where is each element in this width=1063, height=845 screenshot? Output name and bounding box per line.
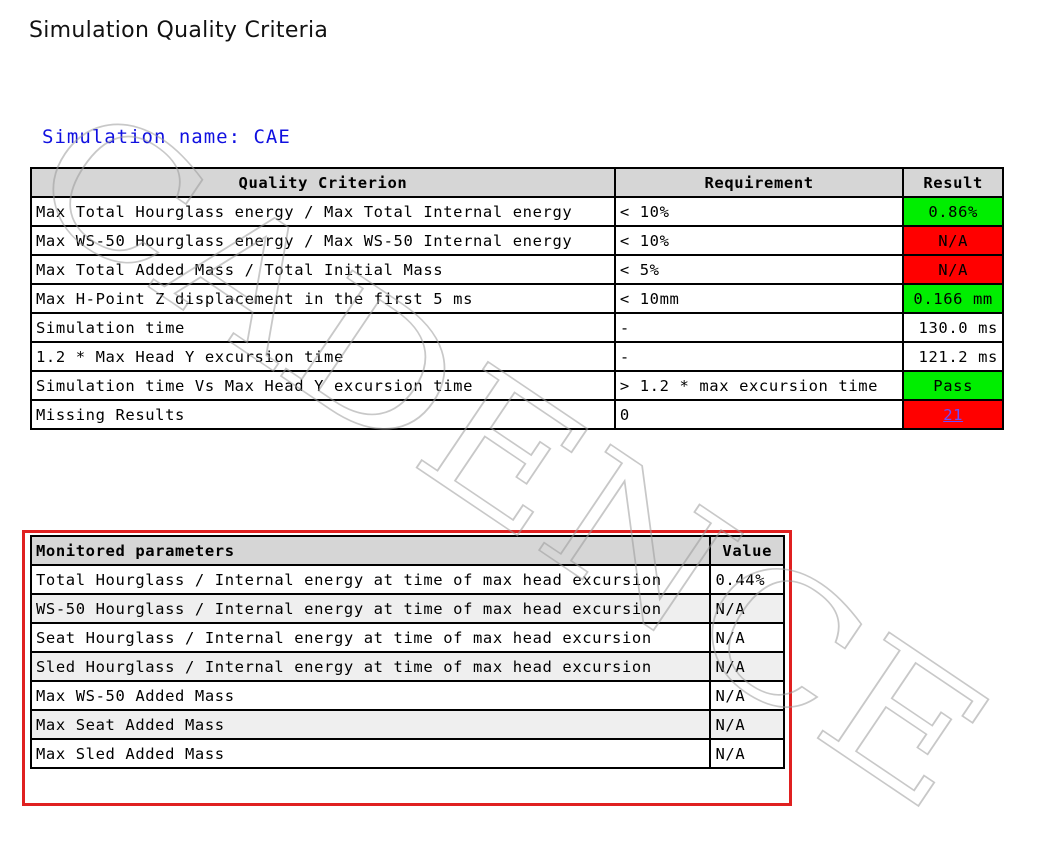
criterion-cell: Max Total Added Mass / Total Initial Mas…	[30, 254, 616, 285]
criterion-cell: Max WS-50 Hourglass energy / Max WS-50 I…	[30, 225, 616, 256]
parameter-cell: Total Hourglass / Internal energy at tim…	[29, 564, 712, 595]
result-cell: N/A	[902, 225, 1004, 256]
missing-results-link[interactable]: 21	[943, 406, 963, 424]
criteria-header-row: Quality Criterion Requirement Result	[30, 167, 1004, 198]
monitored-parameters-table: Monitored parameters Value Total Hourgla…	[29, 535, 785, 769]
value-cell: N/A	[709, 651, 785, 682]
requirement-cell: < 10%	[613, 196, 905, 227]
requirement-cell: -	[613, 341, 905, 372]
table-row: Max Seat Added Mass N/A	[29, 709, 785, 740]
requirement-cell: 0	[613, 399, 905, 430]
criterion-cell: Simulation time	[30, 312, 616, 343]
criterion-cell: Missing Results	[30, 399, 616, 430]
table-row: 1.2 * Max Head Y excursion time - 121.2 …	[30, 341, 1004, 372]
value-cell: 0.44%	[709, 564, 785, 595]
parameter-cell: Max Seat Added Mass	[29, 709, 712, 740]
value-cell: N/A	[709, 680, 785, 711]
result-cell: 121.2 ms	[902, 341, 1004, 372]
criterion-cell: 1.2 * Max Head Y excursion time	[30, 341, 616, 372]
requirement-cell: < 10%	[613, 225, 905, 256]
requirement-cell: < 5%	[613, 254, 905, 285]
quality-criteria-table: Quality Criterion Requirement Result Max…	[30, 167, 1004, 430]
parameter-cell: Sled Hourglass / Internal energy at time…	[29, 651, 712, 682]
value-cell: N/A	[709, 593, 785, 624]
table-row: Max Total Hourglass energy / Max Total I…	[30, 196, 1004, 227]
parameter-cell: Max WS-50 Added Mass	[29, 680, 712, 711]
header-result: Result	[902, 167, 1004, 198]
parameter-cell: Seat Hourglass / Internal energy at time…	[29, 622, 712, 653]
criterion-cell: Max H-Point Z displacement in the first …	[30, 283, 616, 314]
table-row: Max Total Added Mass / Total Initial Mas…	[30, 254, 1004, 285]
table-row: Simulation time - 130.0 ms	[30, 312, 1004, 343]
table-row: Max H-Point Z displacement in the first …	[30, 283, 1004, 314]
requirement-cell: > 1.2 * max excursion time	[613, 370, 905, 401]
simulation-name: Simulation name: CAE	[42, 126, 291, 148]
table-row: Seat Hourglass / Internal energy at time…	[29, 622, 785, 653]
header-quality-criterion: Quality Criterion	[30, 167, 616, 198]
header-monitored-parameters: Monitored parameters	[29, 535, 712, 566]
criterion-cell: Max Total Hourglass energy / Max Total I…	[30, 196, 616, 227]
monitored-header-row: Monitored parameters Value	[29, 535, 785, 566]
value-cell: N/A	[709, 622, 785, 653]
parameter-cell: Max Sled Added Mass	[29, 738, 712, 769]
result-cell: 0.86%	[902, 196, 1004, 227]
value-cell: N/A	[709, 709, 785, 740]
table-row: Missing Results 0 21	[30, 399, 1004, 430]
table-row: Simulation time Vs Max Head Y excursion …	[30, 370, 1004, 401]
table-row: Sled Hourglass / Internal energy at time…	[29, 651, 785, 682]
header-requirement: Requirement	[613, 167, 905, 198]
header-value: Value	[709, 535, 785, 566]
requirement-cell: -	[613, 312, 905, 343]
requirement-cell: < 10mm	[613, 283, 905, 314]
result-cell: Pass	[902, 370, 1004, 401]
table-row: Max Sled Added Mass N/A	[29, 738, 785, 769]
table-row: WS-50 Hourglass / Internal energy at tim…	[29, 593, 785, 624]
table-row: Max WS-50 Added Mass N/A	[29, 680, 785, 711]
table-row: Total Hourglass / Internal energy at tim…	[29, 564, 785, 595]
parameter-cell: WS-50 Hourglass / Internal energy at tim…	[29, 593, 712, 624]
result-cell: 21	[902, 399, 1004, 430]
result-cell: 130.0 ms	[902, 312, 1004, 343]
criterion-cell: Simulation time Vs Max Head Y excursion …	[30, 370, 616, 401]
value-cell: N/A	[709, 738, 785, 769]
result-cell: N/A	[902, 254, 1004, 285]
table-row: Max WS-50 Hourglass energy / Max WS-50 I…	[30, 225, 1004, 256]
result-cell: 0.166 mm	[902, 283, 1004, 314]
page-title: Simulation Quality Criteria	[29, 18, 329, 43]
